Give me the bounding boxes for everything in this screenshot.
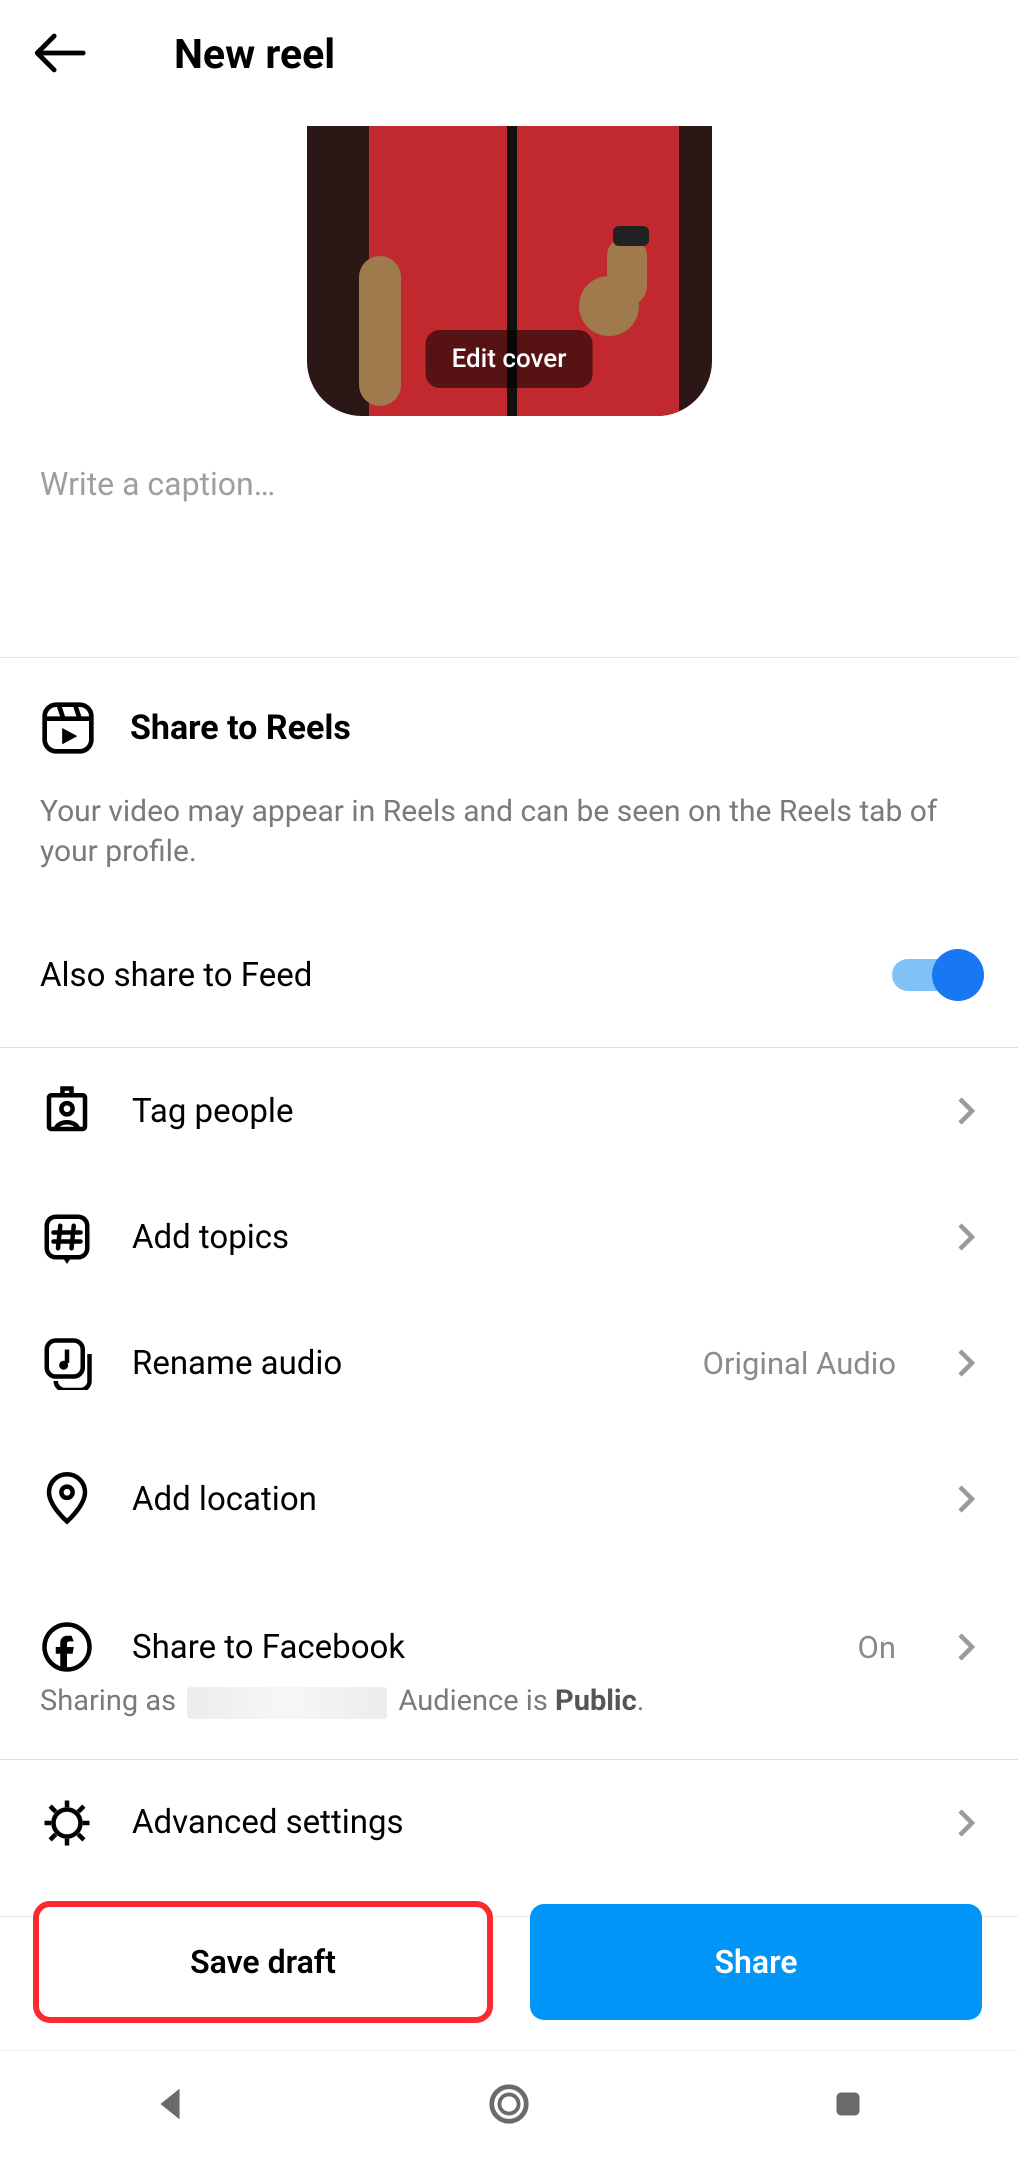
chevron-right-icon	[948, 1481, 984, 1517]
nav-recents-button[interactable]	[825, 2081, 871, 2131]
chevron-right-icon	[948, 1093, 984, 1129]
back-arrow-icon[interactable]	[30, 24, 88, 86]
audio-icon	[40, 1336, 94, 1390]
also-share-to-feed-toggle[interactable]	[892, 949, 984, 1001]
nav-back-button[interactable]	[147, 2081, 193, 2131]
add-topics-row[interactable]: Add topics	[0, 1174, 1018, 1300]
share-to-reels-title: Share to Reels	[130, 708, 351, 748]
rename-audio-value: Original Audio	[703, 1345, 896, 1382]
share-to-facebook-value: On	[858, 1629, 896, 1666]
add-location-label: Add location	[132, 1480, 910, 1519]
chevron-right-icon	[948, 1219, 984, 1255]
advanced-settings-row[interactable]: Advanced settings	[0, 1760, 1018, 1886]
tag-people-label: Tag people	[132, 1092, 910, 1131]
edit-cover-button[interactable]: Edit cover	[426, 330, 593, 388]
add-location-row[interactable]: Add location	[0, 1426, 1018, 1572]
facebook-icon	[40, 1620, 94, 1674]
reels-icon	[40, 700, 96, 756]
fb-sub-prefix: Sharing as	[40, 1684, 176, 1718]
page-title: New reel	[174, 31, 335, 79]
fb-audience-value: Public	[555, 1684, 637, 1718]
caption-input[interactable]	[0, 416, 1018, 657]
advanced-settings-label: Advanced settings	[132, 1803, 910, 1842]
save-draft-button[interactable]: Save draft	[36, 1904, 490, 2020]
chevron-right-icon	[948, 1345, 984, 1381]
fb-account-name-redacted	[187, 1687, 387, 1719]
share-to-facebook-row[interactable]: Share to Facebook On	[0, 1572, 1018, 1698]
gear-icon	[40, 1796, 94, 1850]
share-to-facebook-subtext: Sharing as Audience is Public.	[0, 1684, 1018, 1758]
tag-people-row[interactable]: Tag people	[0, 1048, 1018, 1174]
rename-audio-row[interactable]: Rename audio Original Audio	[0, 1300, 1018, 1426]
also-share-to-feed-label: Also share to Feed	[40, 956, 312, 995]
rename-audio-label: Rename audio	[132, 1344, 665, 1383]
chevron-right-icon	[948, 1805, 984, 1841]
share-to-reels-desc: Your video may appear in Reels and can b…	[40, 792, 978, 871]
share-button[interactable]: Share	[530, 1904, 982, 2020]
reel-cover-preview[interactable]: Edit cover	[307, 126, 712, 416]
add-topics-label: Add topics	[132, 1218, 910, 1257]
fb-sub-suffix: .	[637, 1684, 645, 1718]
location-pin-icon	[40, 1472, 94, 1526]
also-share-to-feed-row: Also share to Feed	[0, 913, 1018, 1047]
chevron-right-icon	[948, 1629, 984, 1665]
tag-people-icon	[40, 1084, 94, 1138]
hashtag-icon	[40, 1210, 94, 1264]
nav-home-button[interactable]	[486, 2081, 532, 2131]
fb-audience-prefix: Audience is	[399, 1684, 556, 1718]
share-to-facebook-label: Share to Facebook	[132, 1628, 820, 1667]
